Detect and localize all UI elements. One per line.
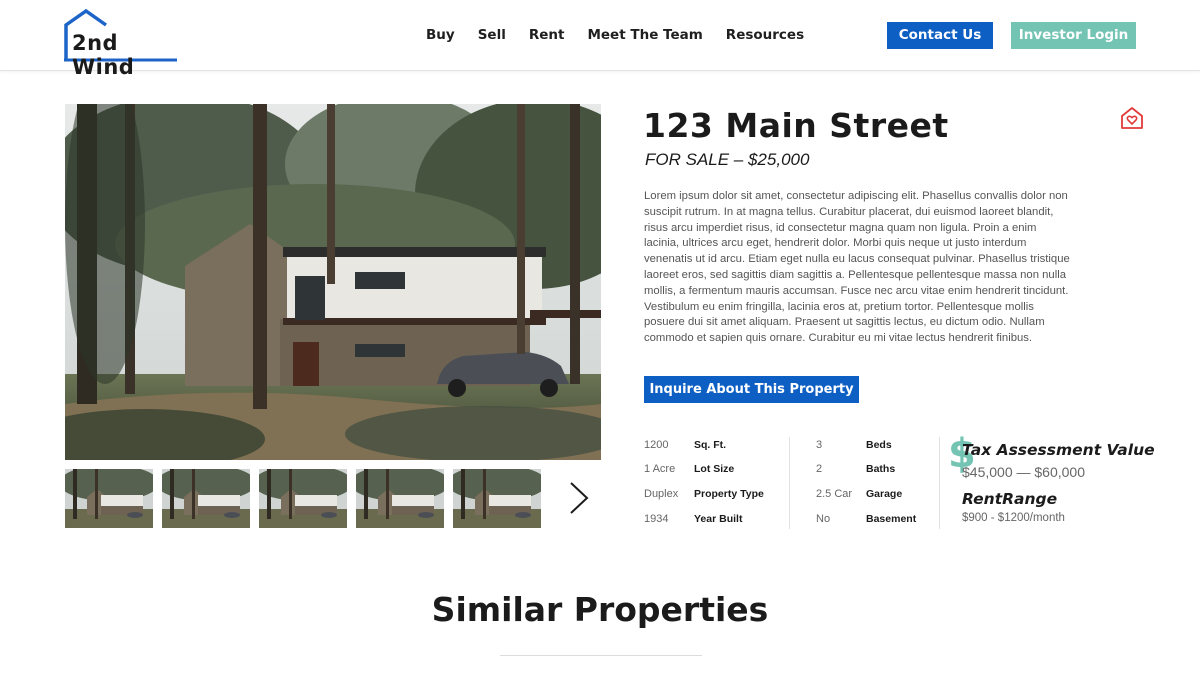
thumbnail-2[interactable] bbox=[162, 469, 250, 528]
main-nav: Buy Sell Rent Meet The Team Resources bbox=[426, 27, 827, 43]
house-thumbnail-image bbox=[453, 469, 541, 528]
nav-resources[interactable]: Resources bbox=[726, 27, 804, 43]
main-property-photo[interactable] bbox=[65, 104, 601, 460]
stat-value: 2 bbox=[816, 463, 823, 475]
stat-value: 1 Acre bbox=[644, 463, 676, 475]
property-price: FOR SALE – $25,000 bbox=[645, 150, 810, 169]
thumbnail-3[interactable] bbox=[259, 469, 347, 528]
tax-assessment-title: Tax Assessment Value bbox=[962, 441, 1155, 459]
property-stats-left: 1200 Sq. Ft. 1 Acre Lot Size Duplex Prop… bbox=[644, 437, 784, 529]
tax-assessment-range: $45,000 — $60,000 bbox=[962, 464, 1085, 480]
stat-label: Property Type bbox=[694, 488, 764, 500]
favorite-button[interactable] bbox=[1120, 106, 1144, 130]
house-thumbnail-image bbox=[259, 469, 347, 528]
thumbnail-1[interactable] bbox=[65, 469, 153, 528]
house-photo-illustration bbox=[65, 104, 601, 460]
stat-value: 1934 bbox=[644, 513, 669, 525]
property-stats-right: 3 Beds 2 Baths 2.5 Car Garage No Basemen… bbox=[816, 437, 931, 529]
stats-divider bbox=[789, 437, 790, 529]
thumbnail-4[interactable] bbox=[356, 469, 444, 528]
stat-label: Sq. Ft. bbox=[694, 439, 727, 451]
stat-value: No bbox=[816, 513, 831, 525]
site-header: 2nd Wind Buy Sell Rent Meet The Team Res… bbox=[0, 0, 1200, 79]
thumbnail-strip bbox=[65, 469, 550, 528]
thumbnail-next-button[interactable] bbox=[568, 481, 590, 515]
similar-properties-heading: Similar Properties bbox=[431, 590, 769, 629]
property-description: Lorem ipsum dolor sit amet, consectetur … bbox=[644, 190, 1070, 345]
stats-divider bbox=[939, 437, 940, 529]
thumbnail-5[interactable] bbox=[453, 469, 541, 528]
section-divider bbox=[500, 655, 702, 656]
nav-rent[interactable]: Rent bbox=[529, 27, 565, 43]
nav-buy[interactable]: Buy bbox=[426, 27, 455, 43]
house-thumbnail-image bbox=[65, 469, 153, 528]
contact-us-button[interactable]: Contact Us bbox=[887, 22, 993, 49]
investor-login-button[interactable]: Investor Login bbox=[1011, 22, 1136, 49]
stat-label: Baths bbox=[866, 463, 896, 475]
stat-label: Garage bbox=[866, 488, 903, 500]
rent-range-title: RentRange bbox=[962, 490, 1058, 508]
stat-value: 2.5 Car bbox=[816, 488, 853, 500]
stat-label: Year Built bbox=[694, 513, 743, 525]
nav-meet-the-team[interactable]: Meet The Team bbox=[587, 27, 702, 43]
stat-label: Beds bbox=[866, 439, 892, 451]
stat-value: 1200 bbox=[644, 439, 669, 451]
house-thumbnail-image bbox=[162, 469, 250, 528]
logo-text: 2nd Wind bbox=[72, 31, 135, 79]
house-thumbnail-image bbox=[356, 469, 444, 528]
stat-value: 3 bbox=[816, 439, 823, 451]
nav-sell[interactable]: Sell bbox=[478, 27, 506, 43]
chevron-right-icon bbox=[570, 482, 589, 514]
stat-value: Duplex bbox=[644, 488, 679, 500]
inquire-button[interactable]: Inquire About This Property bbox=[644, 376, 859, 403]
logo[interactable]: 2nd Wind bbox=[64, 8, 180, 79]
stat-label: Basement bbox=[866, 513, 917, 525]
rent-range-value: $900 - $1200/month bbox=[962, 512, 1065, 524]
stat-label: Lot Size bbox=[694, 463, 735, 475]
heart-house-icon bbox=[1121, 107, 1143, 129]
property-title: 123 Main Street bbox=[643, 106, 949, 145]
